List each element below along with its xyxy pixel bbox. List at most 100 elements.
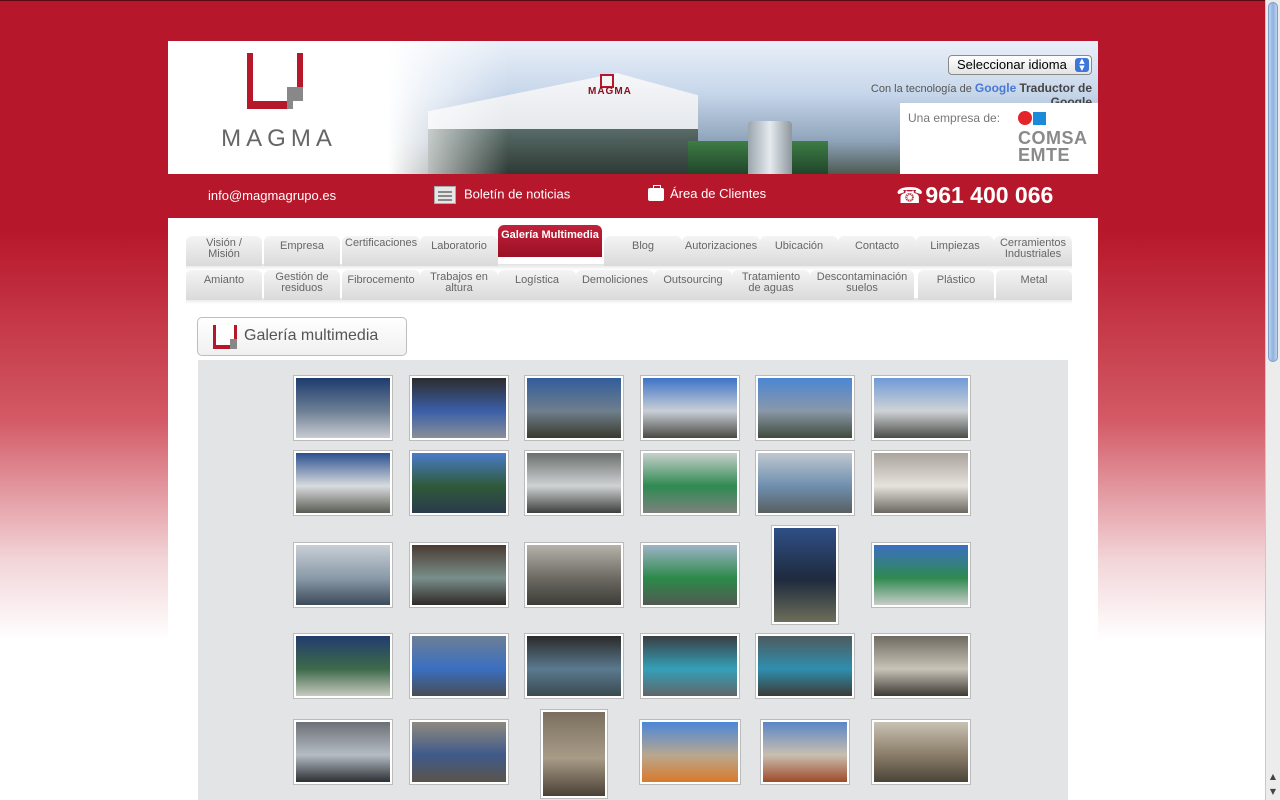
thumbnail-photo xyxy=(296,722,390,782)
gallery-thumbnail[interactable] xyxy=(761,720,849,784)
gallery-thumbnail[interactable] xyxy=(294,720,392,784)
gallery-thumbnail[interactable] xyxy=(872,451,970,515)
tab-laboratorio[interactable]: Laboratorio xyxy=(420,236,498,266)
tab-autorizaciones[interactable]: Autorizaciones xyxy=(682,236,760,266)
gallery-thumbnail[interactable] xyxy=(294,451,392,515)
gallery-thumbnail[interactable] xyxy=(525,543,623,607)
tab-galeria-multimedia[interactable]: Galería Multimedia xyxy=(498,225,602,257)
gallery-thumbnail[interactable] xyxy=(294,543,392,607)
thumbnail-photo xyxy=(643,453,737,513)
comsa-blue-square-icon xyxy=(1033,112,1046,125)
vertical-scrollbar[interactable]: ▲ ▼ xyxy=(1265,0,1280,800)
tab-vision-mision[interactable]: Visión / Misión xyxy=(186,236,262,266)
tab-limpiezas[interactable]: Limpiezas xyxy=(916,236,994,266)
logo-wordmark: MAGMA xyxy=(221,125,337,152)
tab-label: Logística xyxy=(514,274,560,286)
gallery-thumbnail[interactable] xyxy=(872,720,970,784)
newsletter-link[interactable]: Boletín de noticias xyxy=(434,186,570,204)
gallery-title: Galería multimedia xyxy=(244,327,379,344)
thumbnail-photo xyxy=(643,545,737,605)
tab-demoliciones[interactable]: Demoliciones xyxy=(576,270,654,300)
thumbnail-photo xyxy=(758,378,852,438)
tab-label: Gestión de residuos xyxy=(275,271,329,294)
gallery-thumbnail[interactable] xyxy=(410,634,508,698)
gallery-thumbnail[interactable] xyxy=(294,634,392,698)
parent-company-label: Una empresa de: xyxy=(908,111,1001,125)
magma-logo[interactable]: MAGMA xyxy=(194,51,364,161)
thumbnail-photo xyxy=(874,453,968,513)
gallery-thumbnail[interactable] xyxy=(410,720,508,784)
briefcase-icon xyxy=(648,185,664,202)
gallery-thumbnail[interactable] xyxy=(772,526,838,624)
tab-certificaciones[interactable]: Certificaciones xyxy=(342,236,420,266)
gallery-thumbnail[interactable] xyxy=(294,376,392,440)
tab-plastico[interactable]: Plástico xyxy=(918,270,994,300)
tab-metal[interactable]: Metal xyxy=(996,270,1072,300)
window-top-edge xyxy=(0,0,1280,1)
thumbnail-photo xyxy=(758,453,852,513)
thumbnail-photo xyxy=(296,453,390,513)
comsa-emte-logo[interactable]: COMSA EMTE xyxy=(1018,129,1088,164)
tab-blog[interactable]: Blog xyxy=(604,236,682,266)
tab-label: Demoliciones xyxy=(581,274,649,286)
main-content: Visión / Misión Empresa Certificaciones Lab… xyxy=(168,218,1098,800)
tab-logistica[interactable]: Logística xyxy=(498,270,576,300)
gallery-thumbnail[interactable] xyxy=(525,376,623,440)
gallery-thumbnail[interactable] xyxy=(641,451,739,515)
thumbnail-photo xyxy=(527,545,621,605)
banner-fade xyxy=(388,41,508,174)
tab-fibrocemento[interactable]: Fibrocemento xyxy=(342,270,420,300)
tab-label: Metal xyxy=(1020,274,1048,286)
tab-trabajos-en-altura[interactable]: Trabajos en altura xyxy=(420,270,498,300)
gallery-thumbnail[interactable] xyxy=(525,451,623,515)
gallery-thumbnail[interactable] xyxy=(410,543,508,607)
thumbnail-photo xyxy=(412,545,506,605)
thumbnail-photo xyxy=(412,453,506,513)
gallery-thumbnail[interactable] xyxy=(641,543,739,607)
tab-label: Empresa xyxy=(279,240,325,252)
gallery-thumbnail[interactable] xyxy=(756,634,854,698)
gallery-thumbnail[interactable] xyxy=(410,376,508,440)
gallery-thumbnail[interactable] xyxy=(872,634,970,698)
thumbnail-photo xyxy=(527,378,621,438)
gallery-thumbnail[interactable] xyxy=(410,451,508,515)
scroll-down-arrow-icon[interactable]: ▼ xyxy=(1266,785,1280,799)
language-select[interactable]: Seleccionar idioma ▲ ▼ xyxy=(948,55,1092,75)
gallery-thumbnail[interactable] xyxy=(541,710,607,798)
gallery-thumbnail[interactable] xyxy=(525,634,623,698)
site-header: MAGMA MAGMA Seleccionar idioma ▲ ▼ Con la… xyxy=(168,41,1098,174)
tab-cerramientos-industriales[interactable]: Cerramientos Industriales xyxy=(994,236,1072,266)
google-prefix: Con la tecnología de xyxy=(870,83,972,95)
gallery-thumbnail[interactable] xyxy=(640,720,740,784)
gallery-thumbnail[interactable] xyxy=(641,634,739,698)
tab-label: Amianto xyxy=(203,274,245,286)
thumbnail-photo xyxy=(774,528,836,622)
photo-gallery xyxy=(198,360,1068,800)
gallery-thumbnail[interactable] xyxy=(756,451,854,515)
tab-label: Limpiezas xyxy=(930,240,980,252)
telephone-icon: ☎ xyxy=(896,184,924,209)
thumbnail-photo xyxy=(543,712,605,796)
thumbnail-photo xyxy=(296,636,390,696)
gallery-thumbnail[interactable] xyxy=(872,376,970,440)
gallery-thumbnail[interactable] xyxy=(872,543,970,607)
tab-gestion-de-residuos[interactable]: Gestión de residuos xyxy=(264,270,340,300)
gallery-thumbnail[interactable] xyxy=(641,376,739,440)
tab-amianto[interactable]: Amianto xyxy=(186,270,262,300)
google-wordmark[interactable]: Google xyxy=(975,81,1016,95)
tab-contacto[interactable]: Contacto xyxy=(838,236,916,266)
scrollbar-thumb[interactable] xyxy=(1268,2,1278,362)
client-area-link[interactable]: Área de Clientes xyxy=(648,185,767,202)
tab-ubicacion[interactable]: Ubicación xyxy=(760,236,838,266)
client-area-label: Área de Clientes xyxy=(670,186,767,201)
magma-logo-mark-icon xyxy=(247,53,303,109)
contact-email-link[interactable]: info@magmagrupo.es xyxy=(208,188,336,203)
tab-label: Outsourcing xyxy=(663,274,723,286)
scroll-up-arrow-icon[interactable]: ▲ xyxy=(1266,770,1280,784)
tab-tratamiento-de-aguas[interactable]: Tratamiento de aguas xyxy=(732,270,810,300)
tab-empresa[interactable]: Empresa xyxy=(264,236,340,266)
tab-descontaminacion-suelos[interactable]: Descontaminación suelos xyxy=(810,270,914,300)
banner-logo-text: MAGMA xyxy=(588,86,632,97)
tab-outsourcing[interactable]: Outsourcing xyxy=(654,270,732,300)
gallery-thumbnail[interactable] xyxy=(756,376,854,440)
